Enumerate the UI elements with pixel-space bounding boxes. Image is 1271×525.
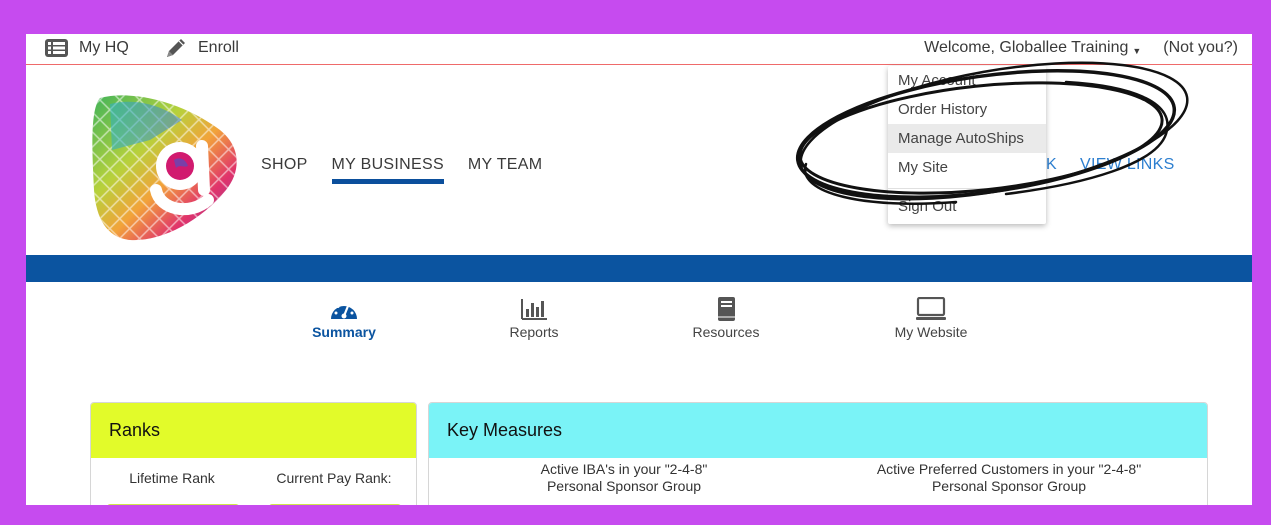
ranks-columns: Lifetime Rank Current Pay Rank: [91, 458, 416, 505]
enroll-link[interactable]: Enroll [164, 34, 239, 62]
menu-item-order-history[interactable]: Order History [888, 95, 1046, 124]
view-links-link[interactable]: VIEW LINKS [1080, 156, 1175, 174]
my-hq-label: My HQ [79, 39, 129, 56]
nav-shop[interactable]: SHOP [261, 156, 308, 184]
active-ibas-measure: Active IBA's in your "2-4-8" Personal Sp… [509, 461, 739, 495]
ranks-panel: Ranks Lifetime Rank Current Pay Rank: [90, 402, 417, 505]
tab-resources[interactable]: Resources [656, 297, 796, 340]
menu-item-my-site[interactable]: My Site [888, 153, 1046, 182]
active-preferred-line2: Personal Sponsor Group [931, 478, 1087, 494]
not-you-link[interactable]: (Not you?) [1163, 39, 1238, 57]
top-bar: My HQ Enroll Welcome, Globallee Training… [26, 34, 1252, 65]
lifetime-rank-value-box [107, 504, 239, 505]
monitor-icon [916, 297, 946, 320]
speedometer-icon [331, 302, 357, 319]
globallee-logo[interactable] [90, 90, 240, 242]
current-pay-rank-value-box [269, 504, 401, 505]
tab-reports[interactable]: Reports [464, 297, 604, 340]
key-measures-panel: Key Measures Active IBA's in your "2-4-8… [428, 402, 1208, 505]
tab-summary-label: Summary [312, 324, 376, 340]
nav-my-team[interactable]: MY TEAM [468, 156, 542, 184]
ranks-title: Ranks [91, 403, 416, 458]
menu-divider [888, 188, 1046, 189]
current-pay-rank-label: Current Pay Rank: [276, 470, 392, 486]
tab-summary[interactable]: Summary [274, 297, 414, 340]
enroll-label: Enroll [198, 39, 239, 56]
active-preferred-customers-measure: Active Preferred Customers in your "2-4-… [859, 461, 1159, 495]
welcome-area: Welcome, Globallee Training ▼ (Not you?) [924, 34, 1238, 62]
bar-chart-icon [521, 299, 547, 320]
tab-reports-label: Reports [509, 324, 559, 340]
nav-my-business[interactable]: MY BUSINESS [331, 156, 444, 184]
welcome-user-menu[interactable]: Welcome, Globallee Training [924, 39, 1128, 57]
header-link-partial[interactable]: K [1046, 156, 1057, 174]
tab-my-website-label: My Website [894, 324, 968, 340]
account-dropdown-menu: My Account Order History Manage AutoShip… [888, 66, 1046, 224]
brand-band [26, 255, 1252, 282]
key-measures-title: Key Measures [429, 403, 1207, 458]
book-icon [718, 297, 735, 321]
tab-my-website[interactable]: My Website [861, 297, 1001, 340]
browser-frame: My HQ Enroll Welcome, Globallee Training… [26, 34, 1252, 505]
list-icon [45, 39, 68, 57]
menu-item-manage-autoships[interactable]: Manage AutoShips [888, 124, 1046, 153]
active-ibas-line2: Personal Sponsor Group [546, 478, 702, 494]
main-nav: SHOP MY BUSINESS MY TEAM [261, 156, 566, 184]
active-preferred-line1: Active Preferred Customers in your "2-4-… [876, 461, 1142, 477]
caret-down-icon[interactable]: ▼ [1132, 46, 1141, 56]
my-hq-link[interactable]: My HQ [44, 34, 129, 62]
lifetime-rank-label: Lifetime Rank [129, 470, 215, 486]
menu-item-my-account[interactable]: My Account [888, 66, 1046, 95]
pencil-icon [167, 39, 185, 57]
menu-item-sign-out[interactable]: Sign Out [888, 192, 1046, 221]
tab-resources-label: Resources [692, 324, 760, 340]
active-ibas-line1: Active IBA's in your "2-4-8" [540, 461, 708, 477]
